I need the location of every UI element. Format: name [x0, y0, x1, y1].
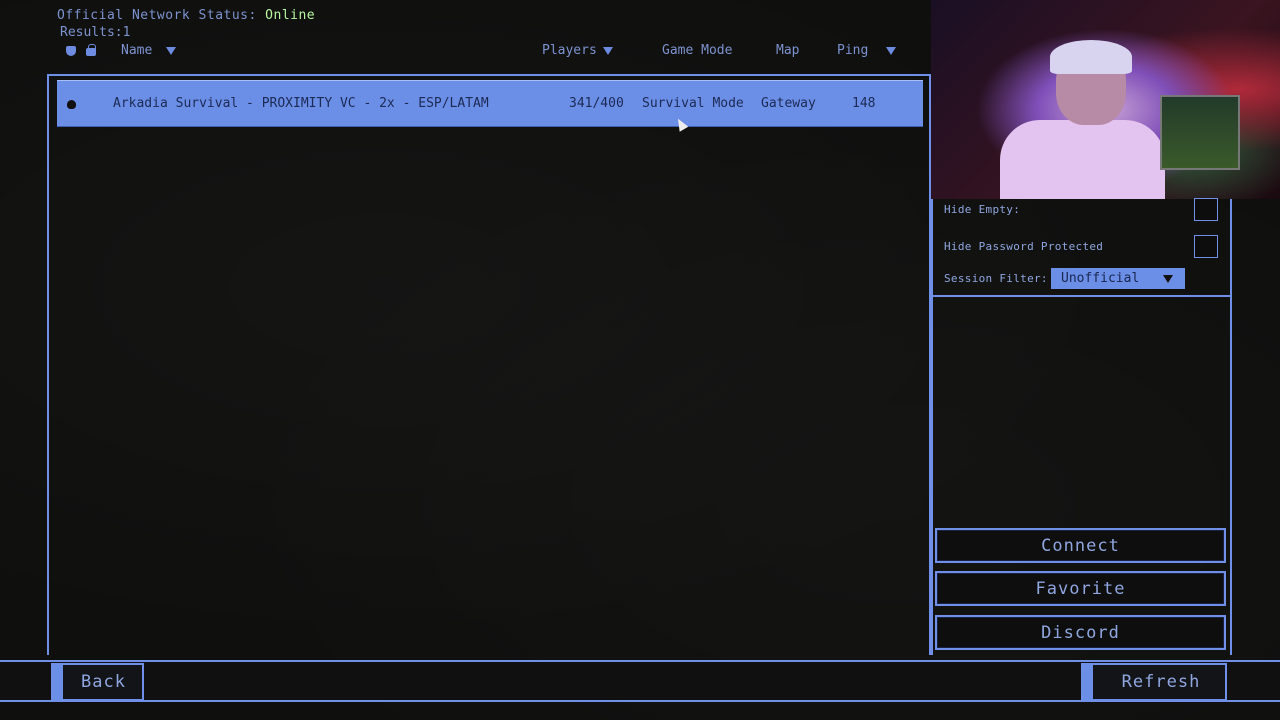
- sort-arrow-icon[interactable]: [602, 46, 613, 55]
- hide-empty-checkbox[interactable]: [1194, 198, 1218, 221]
- column-players-label: Players: [542, 43, 597, 58]
- session-filter-value: Unofficial: [1061, 271, 1140, 286]
- discord-button[interactable]: Discord: [935, 615, 1226, 650]
- dropdown-arrow-icon[interactable]: [1163, 275, 1173, 283]
- shield-icon[interactable]: [66, 46, 76, 56]
- back-button-label: Back: [81, 672, 126, 692]
- server-row[interactable]: Arkadia Survival - PROXIMITY VC - 2x - E…: [57, 80, 923, 127]
- column-game-mode-label: Game Mode: [662, 43, 733, 58]
- panel-divider: [931, 295, 1231, 297]
- hide-empty-label: Hide Empty:: [944, 203, 1021, 216]
- sort-arrow-icon[interactable]: [886, 46, 897, 55]
- column-map-label: Map: [776, 43, 800, 58]
- webcam-aquarium: [1160, 95, 1240, 170]
- hide-password-checkbox[interactable]: [1194, 235, 1218, 258]
- server-players: 341/400: [569, 96, 624, 111]
- column-ping-label: Ping: [837, 43, 869, 58]
- column-header-ping[interactable]: Ping: [837, 43, 897, 58]
- server-list: [47, 74, 931, 655]
- network-status-label: Official Network Status:: [57, 8, 257, 23]
- column-header-name[interactable]: Name: [121, 43, 177, 58]
- network-status: Official Network Status: Online: [57, 8, 315, 23]
- favorite-button[interactable]: Favorite: [935, 571, 1226, 606]
- connect-button[interactable]: Connect: [935, 528, 1226, 563]
- server-game-mode: Survival Mode: [642, 96, 744, 111]
- network-status-value: Online: [265, 8, 316, 23]
- column-name-label: Name: [121, 43, 153, 58]
- session-filter-dropdown[interactable]: Unofficial: [1051, 268, 1185, 289]
- back-button-edge: [53, 665, 63, 699]
- refresh-button-edge: [1083, 665, 1093, 699]
- refresh-button-label: Refresh: [1121, 672, 1201, 692]
- column-header-map[interactable]: Map: [776, 43, 799, 58]
- results-label: Results:: [60, 25, 123, 40]
- server-name: Arkadia Survival - PROXIMITY VC - 2x - E…: [113, 96, 489, 111]
- column-header-game-mode[interactable]: Game Mode: [662, 43, 732, 58]
- session-filter-label: Session Filter:: [944, 272, 1048, 285]
- server-map: Gateway: [761, 96, 816, 111]
- refresh-button[interactable]: Refresh: [1081, 663, 1227, 701]
- webcam-person-body: [1000, 120, 1165, 199]
- official-shield-icon: [67, 100, 76, 109]
- lock-icon[interactable]: [86, 44, 96, 56]
- results-value: 1: [122, 25, 131, 40]
- results-count: Results:1: [60, 25, 130, 40]
- sort-arrow-icon[interactable]: [166, 46, 177, 55]
- server-ping: 148: [852, 96, 876, 111]
- webcam-person-cap: [1050, 40, 1132, 74]
- column-header-players[interactable]: Players: [542, 43, 613, 58]
- hide-password-label: Hide Password Protected: [944, 240, 1104, 253]
- back-button[interactable]: Back: [51, 663, 144, 701]
